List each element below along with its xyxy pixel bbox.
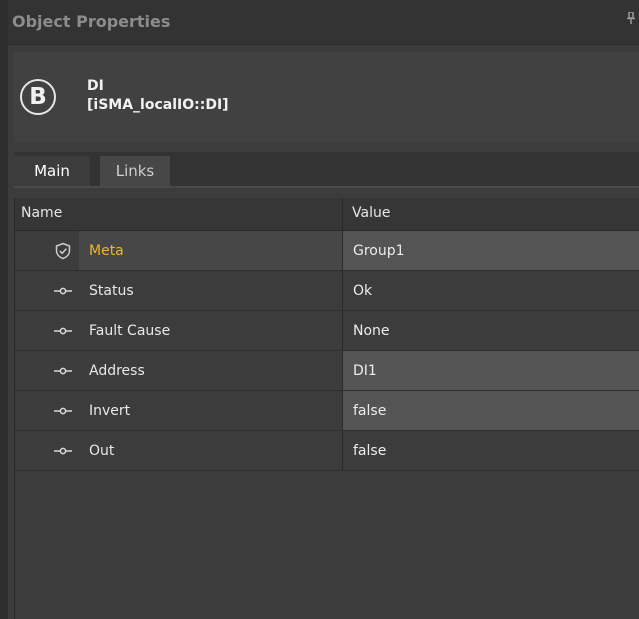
object-full-path: [iSMA_localIO::DI] — [87, 97, 229, 113]
property-name: Status — [79, 271, 342, 310]
property-row-address[interactable]: Address DI1 — [15, 351, 639, 391]
tab-strip: Main Links — [14, 152, 639, 188]
column-header-value[interactable]: Value — [352, 205, 390, 221]
property-value: Ok — [342, 271, 639, 310]
slot-icon — [53, 362, 73, 380]
pin-icon[interactable] — [627, 11, 635, 27]
object-properties-panel: Object Properties B DI [iSMA_localIO::DI… — [8, 0, 639, 619]
property-name: Address — [79, 351, 342, 390]
property-value[interactable]: Group1 — [342, 231, 639, 270]
panel-titlebar: Object Properties — [8, 0, 639, 45]
object-header: B DI [iSMA_localIO::DI] — [14, 52, 639, 142]
property-value: None — [342, 311, 639, 350]
panel-title: Object Properties — [12, 12, 171, 31]
property-value: false — [342, 431, 639, 470]
property-name: Meta — [79, 231, 342, 270]
property-value[interactable]: false — [342, 391, 639, 430]
property-name: Fault Cause — [79, 311, 342, 350]
tab-main[interactable]: Main — [14, 156, 90, 186]
property-row-out[interactable]: Out false — [15, 431, 639, 471]
property-name: Invert — [79, 391, 342, 430]
object-name: DI [iSMA_localIO::DI] — [87, 77, 229, 115]
grid-column-header: Name Value — [15, 198, 639, 231]
slot-icon — [53, 442, 73, 460]
property-row-status[interactable]: Status Ok — [15, 271, 639, 311]
property-grid: Name Value Meta Group1 Status Ok Fault C… — [14, 198, 639, 619]
block-badge-icon: B — [20, 79, 56, 115]
slot-icon — [53, 402, 73, 420]
property-value[interactable]: DI1 — [342, 351, 639, 390]
column-divider[interactable] — [342, 198, 343, 230]
window-frame: Object Properties B DI [iSMA_localIO::DI… — [0, 0, 639, 619]
slot-icon — [53, 322, 73, 340]
property-row-invert[interactable]: Invert false — [15, 391, 639, 431]
tab-links[interactable]: Links — [100, 156, 170, 186]
property-row-meta[interactable]: Meta Group1 — [15, 231, 639, 271]
object-short-name: DI — [87, 78, 104, 94]
property-row-fault-cause[interactable]: Fault Cause None — [15, 311, 639, 351]
slot-icon — [53, 282, 73, 300]
property-name: Out — [79, 431, 342, 470]
shield-check-icon — [53, 242, 73, 260]
column-header-name[interactable]: Name — [21, 205, 62, 221]
